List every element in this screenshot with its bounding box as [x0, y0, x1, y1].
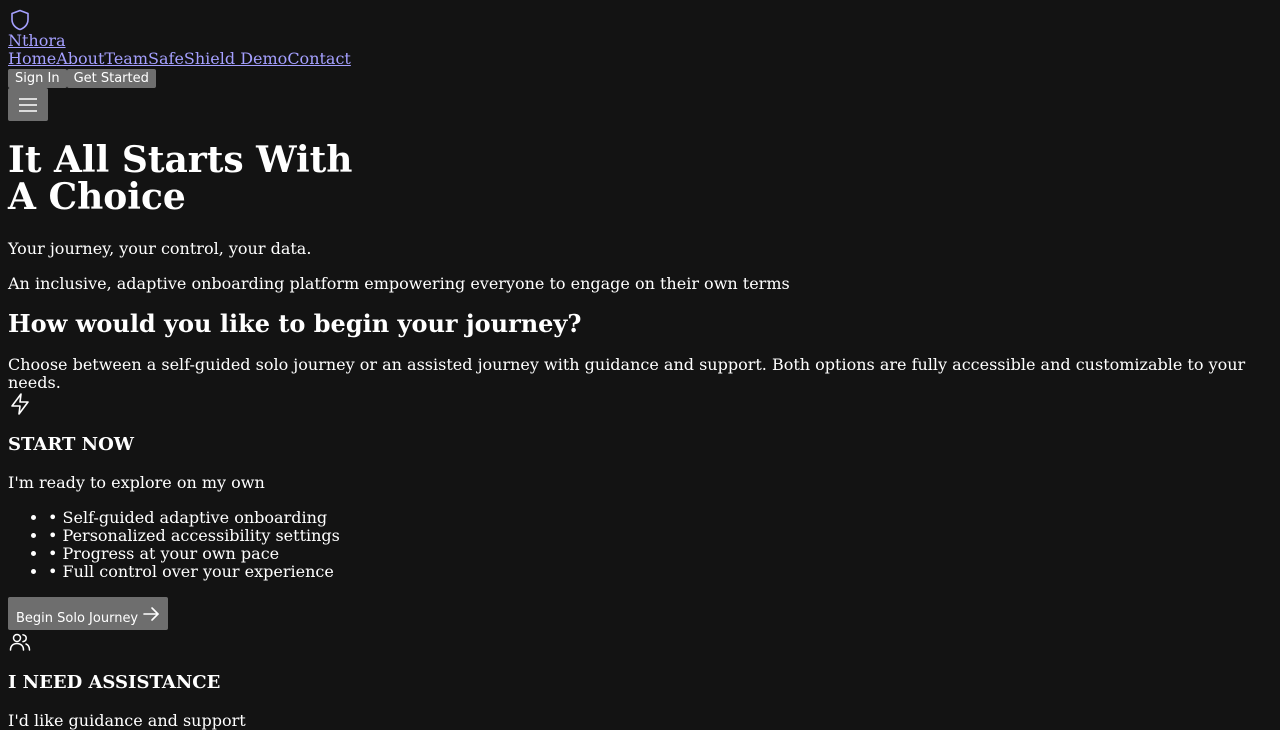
nav-safeshield-demo[interactable]: SafeShield Demo: [148, 50, 287, 68]
hero-title-line1: It All Starts With: [8, 139, 353, 181]
hamburger-icon: [19, 97, 37, 112]
nav-home[interactable]: Home: [8, 50, 56, 68]
site-header: Nthora Home About Team SafeShield Demo C…: [8, 8, 1272, 121]
solo-journey-card: START NOW I'm ready to explore on my own…: [8, 392, 1272, 630]
menu-button[interactable]: [8, 88, 48, 121]
hero-title: It All Starts With A Choice: [8, 142, 1272, 216]
list-item: • Self-guided adaptive onboarding: [48, 509, 1272, 527]
assisted-title: I NEED ASSISTANCE: [8, 672, 221, 693]
auth-buttons: Sign In Get Started: [8, 69, 1272, 88]
solo-title: START NOW: [8, 434, 135, 455]
page: Nthora Home About Team SafeShield Demo C…: [0, 8, 1280, 730]
choice-intro: Choose between a self-guided solo journe…: [8, 355, 1246, 392]
list-item: • Progress at your own pace: [48, 545, 1272, 563]
choice-heading: How would you like to begin your journey…: [8, 309, 582, 338]
cta-label: Begin Solo Journey: [16, 611, 139, 626]
begin-solo-journey-button[interactable]: Begin Solo Journey: [8, 597, 169, 630]
brand-link[interactable]: Nthora: [8, 32, 1272, 50]
solo-feature-list: • Self-guided adaptive onboarding • Pers…: [8, 509, 1272, 581]
main-nav: Home About Team SafeShield Demo Contact: [8, 50, 1272, 68]
nav-about[interactable]: About: [56, 50, 104, 68]
arrow-right-icon: [143, 606, 159, 621]
nav-team[interactable]: Team: [104, 50, 148, 68]
hero-title-line2: A Choice: [8, 176, 186, 218]
nav-contact[interactable]: Contact: [287, 50, 351, 68]
assisted-journey-card: I NEED ASSISTANCE I'd like guidance and …: [8, 630, 1272, 730]
solo-description: I'm ready to explore on my own: [8, 473, 265, 492]
list-item: • Full control over your experience: [48, 563, 1272, 581]
users-icon: [9, 633, 31, 651]
lightning-icon: [11, 393, 29, 415]
hero-description: An inclusive, adaptive onboarding platfo…: [8, 274, 790, 293]
list-item: • Personalized accessibility settings: [48, 527, 1272, 545]
sign-in-button[interactable]: Sign In: [8, 69, 67, 88]
main-content: It All Starts With A Choice Your journey…: [8, 142, 1272, 730]
shield-icon: [11, 9, 29, 31]
get-started-button[interactable]: Get Started: [66, 69, 156, 88]
assisted-description: I'd like guidance and support: [8, 711, 246, 730]
hero-tagline: Your journey, your control, your data.: [8, 239, 312, 258]
